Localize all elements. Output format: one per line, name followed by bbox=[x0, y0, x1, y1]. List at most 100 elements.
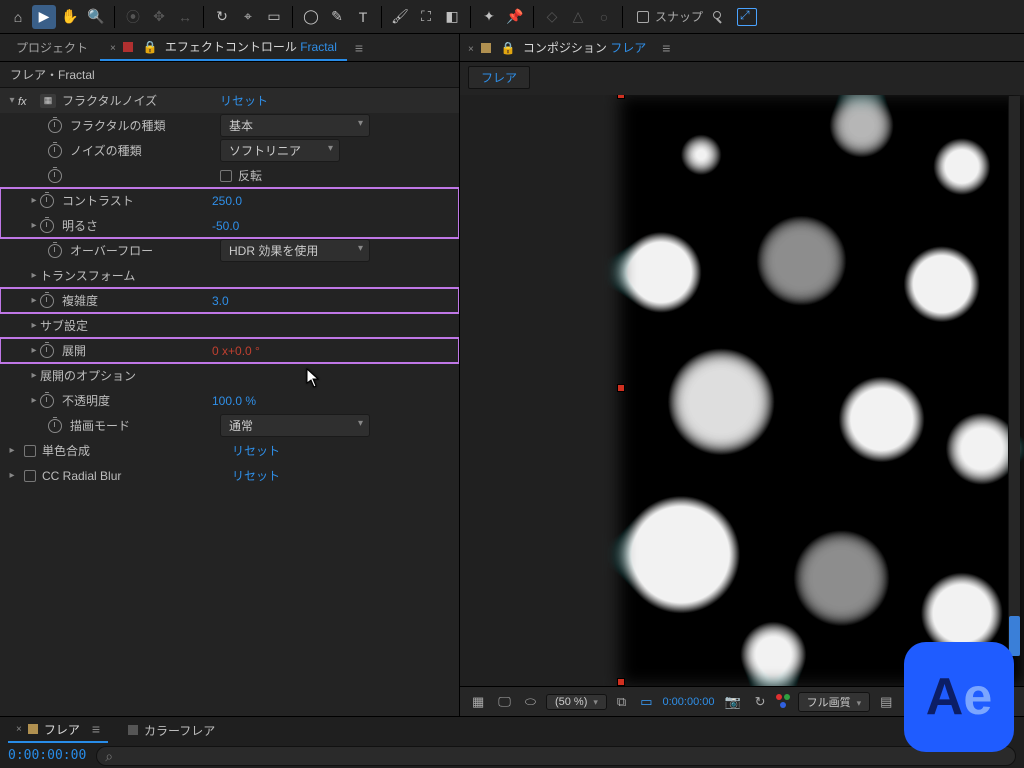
tab-composition[interactable]: × 🔒 コンポジション フレア bbox=[468, 35, 656, 60]
handle-top-left[interactable] bbox=[618, 95, 624, 98]
stopwatch-icon[interactable] bbox=[40, 219, 54, 233]
puppet-pin-icon[interactable]: 📌 bbox=[503, 5, 527, 29]
eraser-tool-icon[interactable]: ◧ bbox=[440, 5, 464, 29]
twisty-icon[interactable] bbox=[28, 220, 40, 231]
reset-link[interactable]: リセット bbox=[220, 92, 268, 109]
reset-link[interactable]: リセット bbox=[232, 467, 280, 484]
overflow-select[interactable]: HDR 効果を使用 bbox=[220, 239, 370, 262]
brush-tool-icon[interactable]: 🖌 bbox=[388, 5, 412, 29]
pan-camera-icon[interactable]: ✥ bbox=[147, 5, 171, 29]
stopwatch-icon[interactable] bbox=[48, 119, 62, 133]
viewer-more-icon[interactable]: ▤ bbox=[876, 692, 896, 712]
pen-tool-icon[interactable]: ✎ bbox=[325, 5, 349, 29]
fractal-type-select[interactable]: 基本 bbox=[220, 114, 370, 137]
comp-viewer[interactable] bbox=[460, 95, 1024, 686]
twisty-icon[interactable] bbox=[28, 370, 40, 381]
timeline-tab-colorflare[interactable]: カラーフレア bbox=[120, 719, 223, 742]
viewer-region-icon[interactable]: ▭ bbox=[636, 692, 656, 712]
type-tool-icon[interactable]: T bbox=[351, 5, 375, 29]
twisty-icon[interactable] bbox=[6, 445, 18, 456]
panel-menu-icon[interactable]: ≡ bbox=[92, 721, 100, 737]
reset-link[interactable]: リセット bbox=[232, 442, 280, 459]
stopwatch-icon[interactable] bbox=[40, 194, 54, 208]
home-icon[interactable]: ⌂ bbox=[6, 5, 30, 29]
handle-mid-left[interactable] bbox=[618, 385, 624, 391]
fx-enable-icon[interactable] bbox=[18, 94, 36, 108]
twisty-icon[interactable] bbox=[28, 345, 40, 356]
prop-sub-settings[interactable]: サブ設定 bbox=[0, 313, 459, 338]
prop-evolution-options[interactable]: 展開のオプション bbox=[0, 363, 459, 388]
lock-icon[interactable]: 🔒 bbox=[143, 40, 158, 54]
shape-tool-icon[interactable]: ◯ bbox=[299, 5, 323, 29]
prop-transform[interactable]: トランスフォーム bbox=[0, 263, 459, 288]
prop-contrast-label: コントラスト bbox=[62, 192, 212, 209]
timeline-search[interactable] bbox=[96, 746, 1016, 766]
viewer-zoom[interactable]: (50 %) bbox=[546, 694, 607, 710]
prop-contrast-value[interactable]: 250.0 bbox=[212, 194, 242, 208]
clone-stamp-icon[interactable]: ⛶ bbox=[414, 5, 438, 29]
fx-tint-enable[interactable] bbox=[24, 445, 36, 457]
prop-complexity-value[interactable]: 3.0 bbox=[212, 294, 229, 308]
panel-menu-icon[interactable]: ≡ bbox=[662, 40, 670, 56]
panel-menu-icon[interactable]: ≡ bbox=[355, 40, 363, 56]
fx-tint-header[interactable]: 単色合成 リセット bbox=[0, 438, 459, 463]
blend-mode-select[interactable]: 通常 bbox=[220, 414, 370, 437]
invert-checkbox[interactable] bbox=[220, 170, 232, 182]
roto-brush-icon[interactable]: ✦ bbox=[477, 5, 501, 29]
mini-tab-flare[interactable]: フレア bbox=[468, 66, 530, 89]
snap-toggle[interactable]: スナップ bbox=[637, 8, 757, 26]
fx-ccradialblur-header[interactable]: CC Radial Blur リセット bbox=[0, 463, 459, 488]
timeline-timecode[interactable]: 0:00:00:00 bbox=[8, 748, 86, 763]
dolly-camera-icon[interactable]: ↔ bbox=[173, 5, 197, 29]
orbit-tool-icon[interactable]: ⦿ bbox=[121, 5, 145, 29]
stopwatch-icon[interactable] bbox=[40, 294, 54, 308]
zoom-tool-icon[interactable]: 🔍 bbox=[84, 5, 108, 29]
tab-effect-controls[interactable]: × 🔒 エフェクトコントロール Fractal bbox=[100, 34, 347, 61]
close-icon[interactable]: × bbox=[16, 724, 22, 735]
lock-icon[interactable]: 🔒 bbox=[501, 41, 516, 55]
viewer-mask-icon[interactable]: ⬭ bbox=[521, 692, 540, 712]
twisty-icon[interactable] bbox=[6, 470, 18, 481]
fx-fractal-noise-header[interactable]: ▦ フラクタルノイズ リセット bbox=[0, 88, 459, 113]
timeline-swatch bbox=[128, 725, 138, 735]
viewer-grid-icon[interactable]: ▦ bbox=[468, 692, 488, 712]
twisty-icon[interactable] bbox=[6, 95, 18, 106]
twisty-icon[interactable] bbox=[28, 270, 40, 281]
stopwatch-icon[interactable] bbox=[40, 344, 54, 358]
timeline-tab-flare[interactable]: × フレア ≡ bbox=[8, 718, 108, 743]
mask-tool-icon[interactable]: ▭ bbox=[262, 5, 286, 29]
stopwatch-icon[interactable] bbox=[48, 244, 62, 258]
anchor-tool-icon[interactable]: ⌖ bbox=[236, 5, 260, 29]
viewer-channel-icon[interactable] bbox=[776, 694, 792, 710]
handle-bottom-left[interactable] bbox=[618, 679, 624, 685]
twisty-icon[interactable] bbox=[28, 195, 40, 206]
rotate-tool-icon[interactable]: ↻ bbox=[210, 5, 234, 29]
twisty-icon[interactable] bbox=[28, 395, 40, 406]
viewer-resolution[interactable]: フル画質 bbox=[798, 692, 871, 712]
stopwatch-icon[interactable] bbox=[48, 144, 62, 158]
comp-canvas[interactable] bbox=[620, 95, 1023, 685]
viewer-layers-icon[interactable]: ⧉ bbox=[613, 692, 630, 712]
stopwatch-icon[interactable] bbox=[48, 419, 62, 433]
noise-type-select[interactable]: ソフトリニア bbox=[220, 139, 340, 162]
prop-opacity-value[interactable]: 100.0 % bbox=[212, 394, 256, 408]
viewer-snapshot-icon[interactable]: 📷 bbox=[720, 692, 744, 712]
twisty-icon[interactable] bbox=[28, 320, 40, 331]
viewer-scrollbar[interactable] bbox=[1008, 96, 1020, 656]
viewer-time[interactable]: 0:00:00:00 bbox=[662, 696, 714, 708]
twisty-icon[interactable] bbox=[28, 295, 40, 306]
fx-ccradialblur-enable[interactable] bbox=[24, 470, 36, 482]
tab-project[interactable]: プロジェクト bbox=[6, 35, 98, 60]
viewer-refresh-icon[interactable]: ↻ bbox=[751, 692, 770, 712]
selection-tool-icon[interactable]: ▶ bbox=[32, 5, 56, 29]
close-icon[interactable]: × bbox=[110, 43, 116, 54]
snap-fit-icon[interactable] bbox=[737, 8, 757, 26]
prop-evolution-value[interactable]: 0 x+0.0 ° bbox=[212, 344, 260, 358]
close-icon[interactable]: × bbox=[468, 44, 474, 55]
stopwatch-icon[interactable] bbox=[48, 169, 62, 183]
prop-brightness-value[interactable]: -50.0 bbox=[212, 219, 239, 233]
viewer-monitor-icon[interactable]: 🖵 bbox=[494, 692, 515, 712]
stopwatch-icon[interactable] bbox=[40, 394, 54, 408]
viewer-scroll-thumb[interactable] bbox=[1009, 616, 1020, 656]
hand-tool-icon[interactable]: ✋ bbox=[58, 5, 82, 29]
